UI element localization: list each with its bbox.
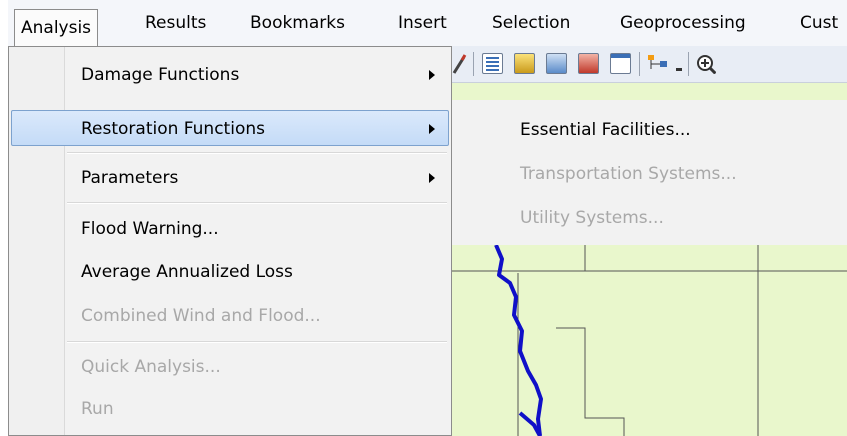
box-icon[interactable] [578, 53, 599, 74]
menu-item-average-annualized-loss[interactable]: Average Annualized Loss [11, 254, 449, 290]
menu-item-label: Quick Analysis... [81, 357, 221, 377]
menu-item-flood-warning[interactable]: Flood Warning... [11, 211, 449, 247]
submenu-arrow-icon [429, 124, 435, 134]
menu-item-restoration-functions[interactable]: Restoration Functions [11, 110, 449, 146]
restoration-submenu: Essential Facilities... Transportation S… [452, 100, 847, 245]
analysis-dropdown-menu: Damage Functions Restoration Functions P… [8, 46, 452, 436]
menu-bar: Analysis Results Bookmarks Insert Select… [8, 0, 847, 47]
menu-customize[interactable]: Cust [800, 10, 838, 36]
menu-item-label: Damage Functions [81, 65, 240, 85]
menu-results[interactable]: Results [145, 10, 206, 36]
menu-analysis[interactable]: Analysis [14, 9, 99, 47]
menu-item-quick-analysis[interactable]: Quick Analysis... [11, 349, 449, 385]
menu-bookmarks[interactable]: Bookmarks [250, 10, 345, 36]
menu-geoprocessing[interactable]: Geoprocessing [620, 10, 746, 36]
menu-item-parameters[interactable]: Parameters [11, 160, 449, 196]
zoom-in-icon[interactable] [695, 53, 716, 74]
menu-item-damage-functions[interactable]: Damage Functions [11, 57, 449, 93]
toolbar-separator [639, 52, 640, 76]
window-edge [0, 0, 8, 436]
table-icon[interactable] [482, 53, 503, 74]
menu-item-label: Average Annualized Loss [81, 262, 293, 282]
overflow-icon[interactable] [674, 53, 684, 74]
submenu-item-utility-systems[interactable]: Utility Systems... [520, 208, 664, 228]
menu-separator [67, 202, 447, 204]
menu-item-label: Run [81, 399, 114, 419]
toolbar-separator [473, 52, 474, 76]
globe-icon[interactable] [546, 53, 567, 74]
submenu-item-transportation-systems[interactable]: Transportation Systems... [520, 164, 737, 184]
toolbar [452, 46, 847, 83]
pencil-icon[interactable] [450, 53, 471, 74]
window-icon[interactable] [610, 53, 631, 74]
menu-item-run[interactable]: Run [11, 391, 449, 427]
submenu-arrow-icon [429, 70, 435, 80]
menu-insert[interactable]: Insert [398, 10, 447, 36]
menu-item-label: Combined Wind and Flood... [81, 306, 321, 326]
menu-item-label: Restoration Functions [81, 119, 265, 139]
menu-separator [67, 152, 447, 154]
tree-icon[interactable] [646, 53, 667, 74]
menu-separator [67, 341, 447, 343]
submenu-arrow-icon [429, 173, 435, 183]
menu-item-label: Flood Warning... [81, 219, 219, 239]
submenu-item-essential-facilities[interactable]: Essential Facilities... [520, 120, 691, 140]
toolbar-separator [688, 52, 689, 76]
menu-selection[interactable]: Selection [492, 10, 570, 36]
menu-item-label: Parameters [81, 168, 179, 188]
menu-item-combined-wind-and-flood[interactable]: Combined Wind and Flood... [11, 298, 449, 334]
layer-icon[interactable] [514, 53, 535, 74]
